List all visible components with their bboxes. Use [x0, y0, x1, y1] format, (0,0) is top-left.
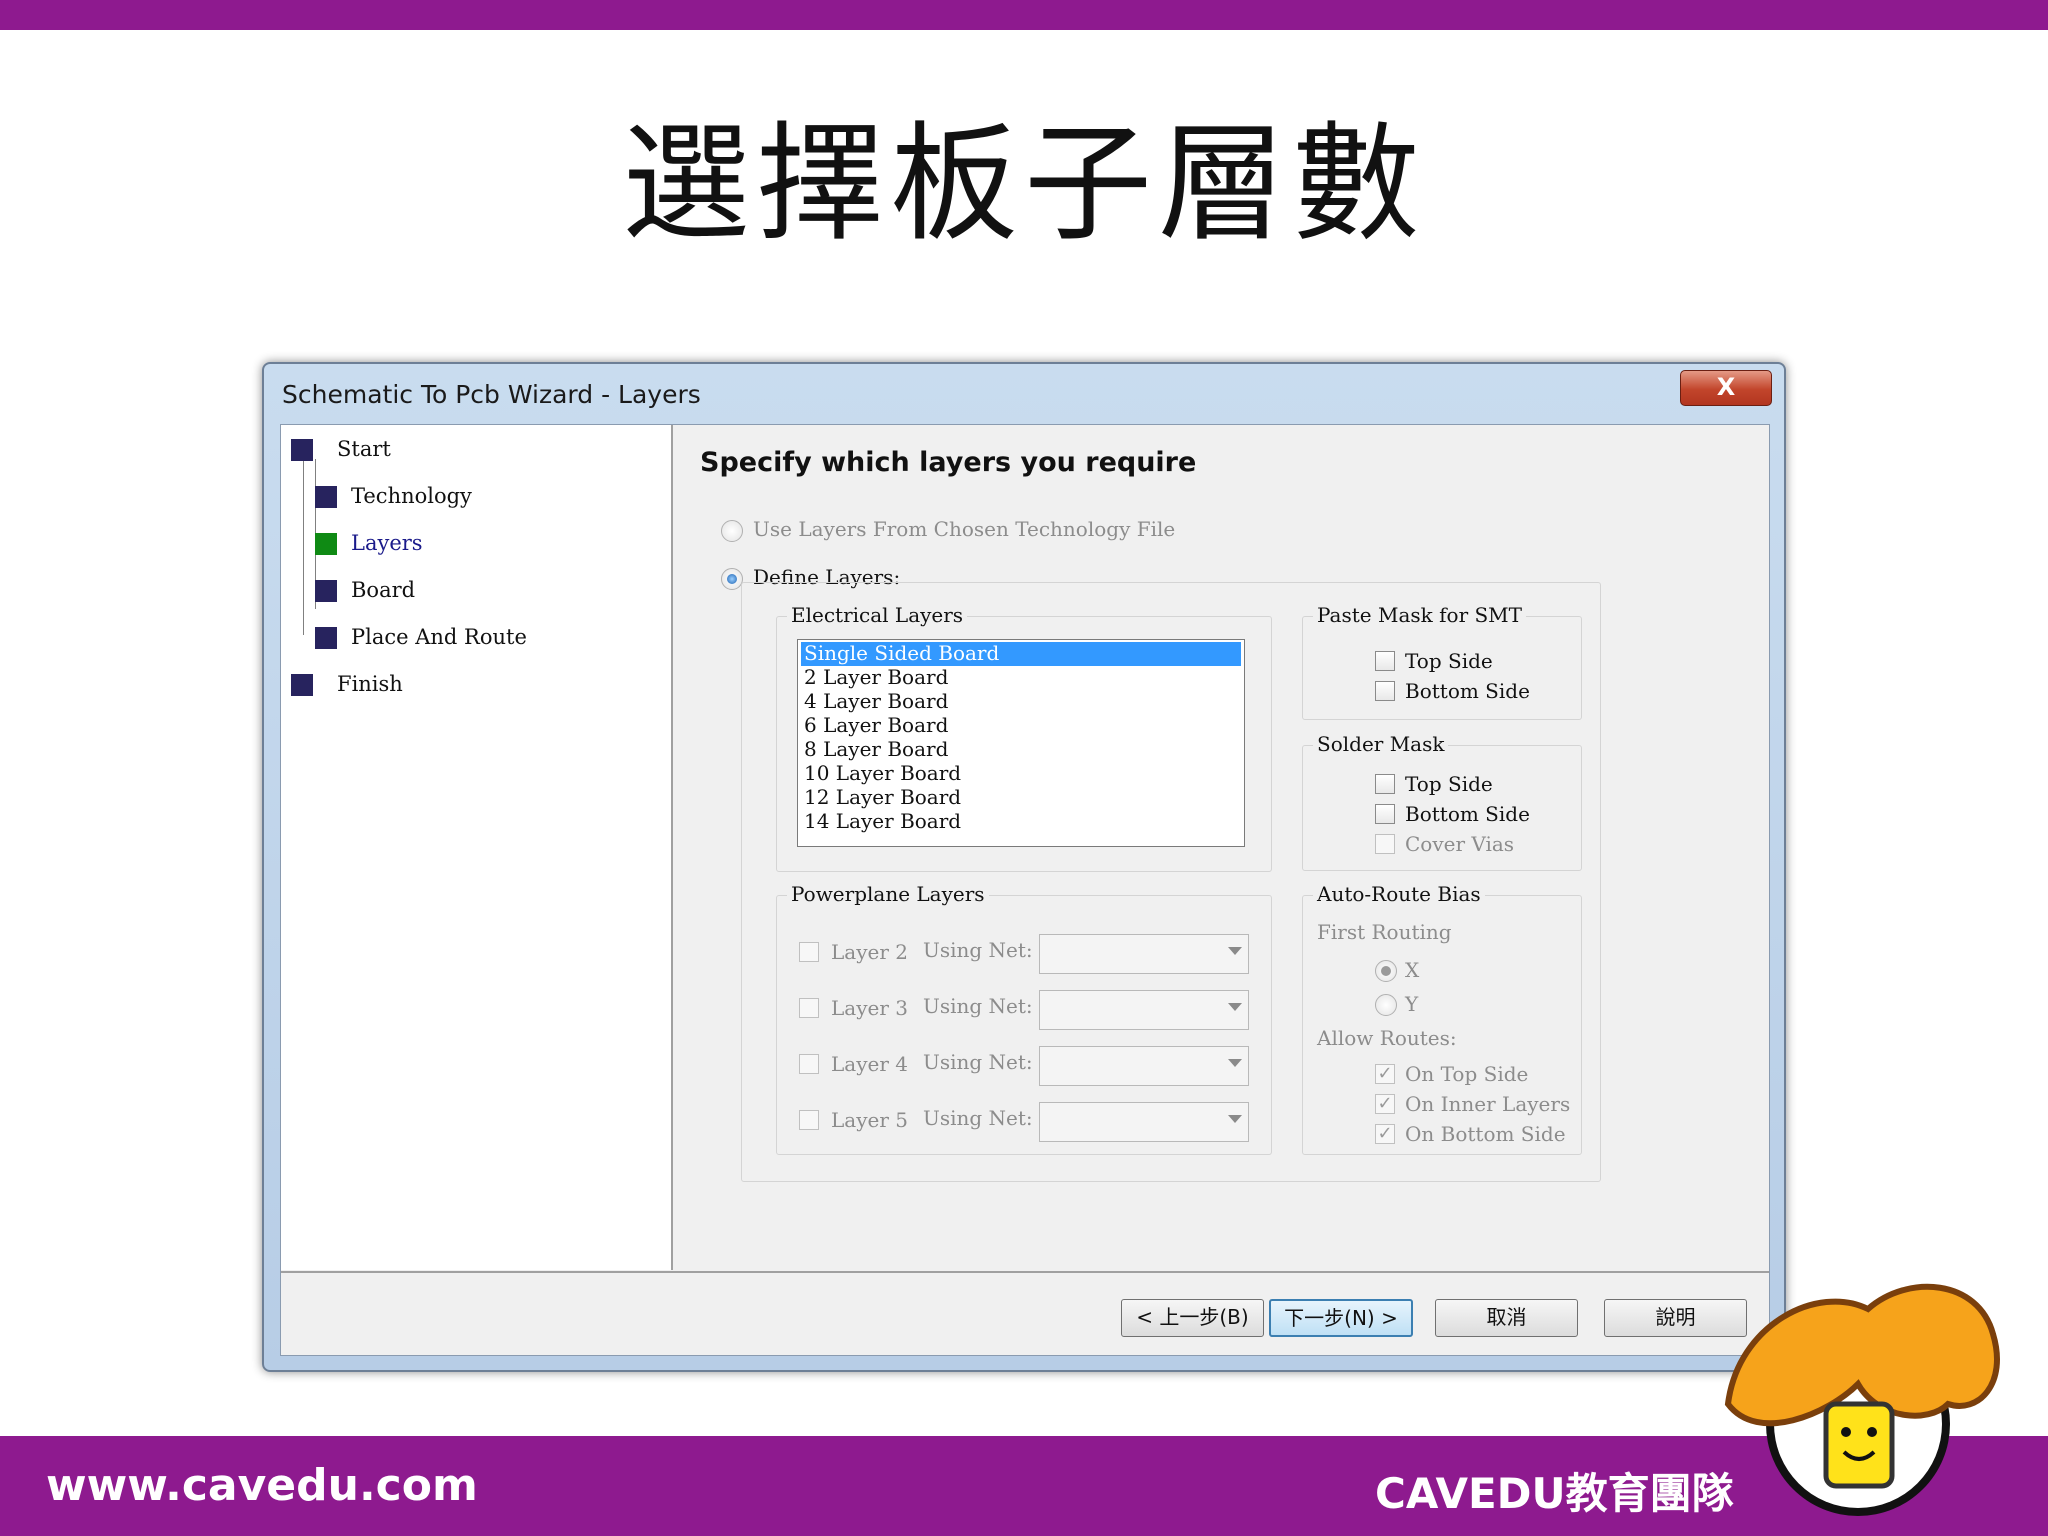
layer2-label: Layer 2: [831, 940, 908, 964]
checkmark-icon: ✓: [1377, 1123, 1393, 1144]
auto-route-bias-title: Auto-Route Bias: [1313, 882, 1485, 906]
cavedu-logo-icon: [1724, 1283, 2000, 1516]
logo-robot-eye: [1867, 1427, 1877, 1437]
dialog-title: Schematic To Pcb Wizard - Layers: [282, 380, 701, 409]
chevron-down-icon: [1228, 947, 1242, 955]
layer5-net-label: Using Net:: [923, 1106, 1033, 1130]
paste-top-label: Top Side: [1405, 649, 1493, 673]
checkmark-icon: ✓: [1377, 1093, 1393, 1114]
chevron-down-icon: [1228, 1115, 1242, 1123]
paste-bottom-checkbox[interactable]: [1375, 681, 1395, 701]
solder-mask-group: Solder Mask Top Side Bottom Side Cover V…: [1302, 732, 1582, 871]
on-bottom-side-checkbox[interactable]: ✓: [1375, 1124, 1395, 1144]
layer2-net-label: Using Net:: [923, 938, 1033, 962]
back-button[interactable]: < 上一步(B): [1121, 1299, 1264, 1337]
layer4-label: Layer 4: [831, 1052, 908, 1076]
list-item[interactable]: 6 Layer Board: [801, 714, 1241, 738]
paste-mask-group: Paste Mask for SMT Top Side Bottom Side: [1302, 603, 1582, 720]
step-current-icon: [315, 533, 337, 555]
first-routing-y-label: Y: [1405, 992, 1419, 1016]
electrical-layers-list[interactable]: Single Sided Board 2 Layer Board 4 Layer…: [797, 639, 1245, 847]
chevron-down-icon: [1228, 1059, 1242, 1067]
step-done-icon: [291, 439, 313, 461]
solder-bottom-checkbox[interactable]: [1375, 804, 1395, 824]
slide-top-bar: [0, 0, 2048, 30]
list-item[interactable]: Single Sided Board: [801, 642, 1241, 666]
wizard-step-tree: Start Technology Layers Board Place And …: [281, 425, 673, 1270]
paste-top-checkbox[interactable]: [1375, 651, 1395, 671]
on-top-side-checkbox[interactable]: ✓: [1375, 1064, 1395, 1084]
solder-top-label: Top Side: [1405, 772, 1493, 796]
auto-route-bias-group: Auto-Route Bias First Routing X Y Allow …: [1302, 882, 1582, 1155]
paste-mask-title: Paste Mask for SMT: [1313, 603, 1526, 627]
layer2-checkbox[interactable]: [799, 942, 819, 962]
allow-routes-label: Allow Routes:: [1317, 1026, 1457, 1050]
list-item[interactable]: 4 Layer Board: [801, 690, 1241, 714]
layer5-net-select[interactable]: [1039, 1102, 1249, 1142]
electrical-layers-group: Electrical Layers Single Sided Board 2 L…: [776, 603, 1272, 872]
layer3-checkbox[interactable]: [799, 998, 819, 1018]
powerplane-layers-group: Powerplane Layers Layer 2 Using Net: Lay…: [776, 882, 1272, 1155]
on-top-side-label: On Top Side: [1405, 1062, 1529, 1086]
next-button[interactable]: 下一步(N) >: [1269, 1299, 1413, 1337]
layer3-label: Layer 3: [831, 996, 908, 1020]
slide-title: 選擇板子層數: [621, 110, 1426, 259]
list-item[interactable]: 2 Layer Board: [801, 666, 1241, 690]
powerplane-layers-title: Powerplane Layers: [787, 882, 989, 906]
footer-url[interactable]: www.cavedu.com: [46, 1460, 478, 1511]
radio-use-tech-file[interactable]: [721, 520, 743, 542]
logo-robot-head: [1823, 1401, 1895, 1489]
first-routing-x-radio[interactable]: [1375, 960, 1397, 982]
chevron-down-icon: [1228, 1003, 1242, 1011]
footer-brand: CAVEDU教育團隊: [1375, 1469, 1734, 1518]
solder-top-checkbox[interactable]: [1375, 774, 1395, 794]
list-item[interactable]: 12 Layer Board: [801, 786, 1241, 810]
layer2-net-select[interactable]: [1039, 934, 1249, 974]
layer4-net-select[interactable]: [1039, 1046, 1249, 1086]
list-item[interactable]: 10 Layer Board: [801, 762, 1241, 786]
step-done-icon: [291, 674, 313, 696]
cancel-button[interactable]: 取消: [1435, 1299, 1578, 1337]
dialog-client-area: Start Technology Layers Board Place And …: [280, 424, 1770, 1356]
checkmark-icon: ✓: [1377, 1063, 1393, 1084]
on-inner-layers-checkbox[interactable]: ✓: [1375, 1094, 1395, 1114]
step-done-icon: [315, 486, 337, 508]
wizard-dialog: Schematic To Pcb Wizard - Layers X Start…: [262, 362, 1786, 1372]
step-done-icon: [315, 627, 337, 649]
layer3-net-select[interactable]: [1039, 990, 1249, 1030]
cover-vias-checkbox[interactable]: [1375, 834, 1395, 854]
logo-robot-eye: [1841, 1427, 1851, 1437]
cover-vias-label: Cover Vias: [1405, 832, 1515, 856]
step-done-icon: [315, 580, 337, 602]
button-divider: [281, 1271, 1769, 1273]
electrical-layers-title: Electrical Layers: [787, 603, 968, 627]
on-inner-layers-label: On Inner Layers: [1405, 1092, 1571, 1116]
list-item[interactable]: 14 Layer Board: [801, 810, 1241, 834]
first-routing-y-radio[interactable]: [1375, 994, 1397, 1016]
layer5-label: Layer 5: [831, 1108, 908, 1132]
on-bottom-side-label: On Bottom Side: [1405, 1122, 1566, 1146]
radio-use-tech-file-label: Use Layers From Chosen Technology File: [753, 517, 1176, 541]
layer4-checkbox[interactable]: [799, 1054, 819, 1074]
solder-bottom-label: Bottom Side: [1405, 802, 1530, 826]
radio-define-layers[interactable]: [721, 568, 743, 590]
tree-line: [303, 453, 304, 635]
list-item[interactable]: 8 Layer Board: [801, 738, 1241, 762]
page-heading: Specify which layers you require: [700, 447, 1197, 478]
solder-mask-title: Solder Mask: [1313, 732, 1449, 756]
close-button[interactable]: X: [1680, 370, 1772, 406]
first-routing-x-label: X: [1405, 958, 1420, 982]
layer5-checkbox[interactable]: [799, 1110, 819, 1130]
layer4-net-label: Using Net:: [923, 1050, 1033, 1074]
first-routing-label: First Routing: [1317, 920, 1452, 944]
paste-bottom-label: Bottom Side: [1405, 679, 1530, 703]
dialog-titlebar[interactable]: Schematic To Pcb Wizard - Layers X: [264, 364, 1784, 424]
layer3-net-label: Using Net:: [923, 994, 1033, 1018]
close-icon: X: [1716, 373, 1736, 401]
